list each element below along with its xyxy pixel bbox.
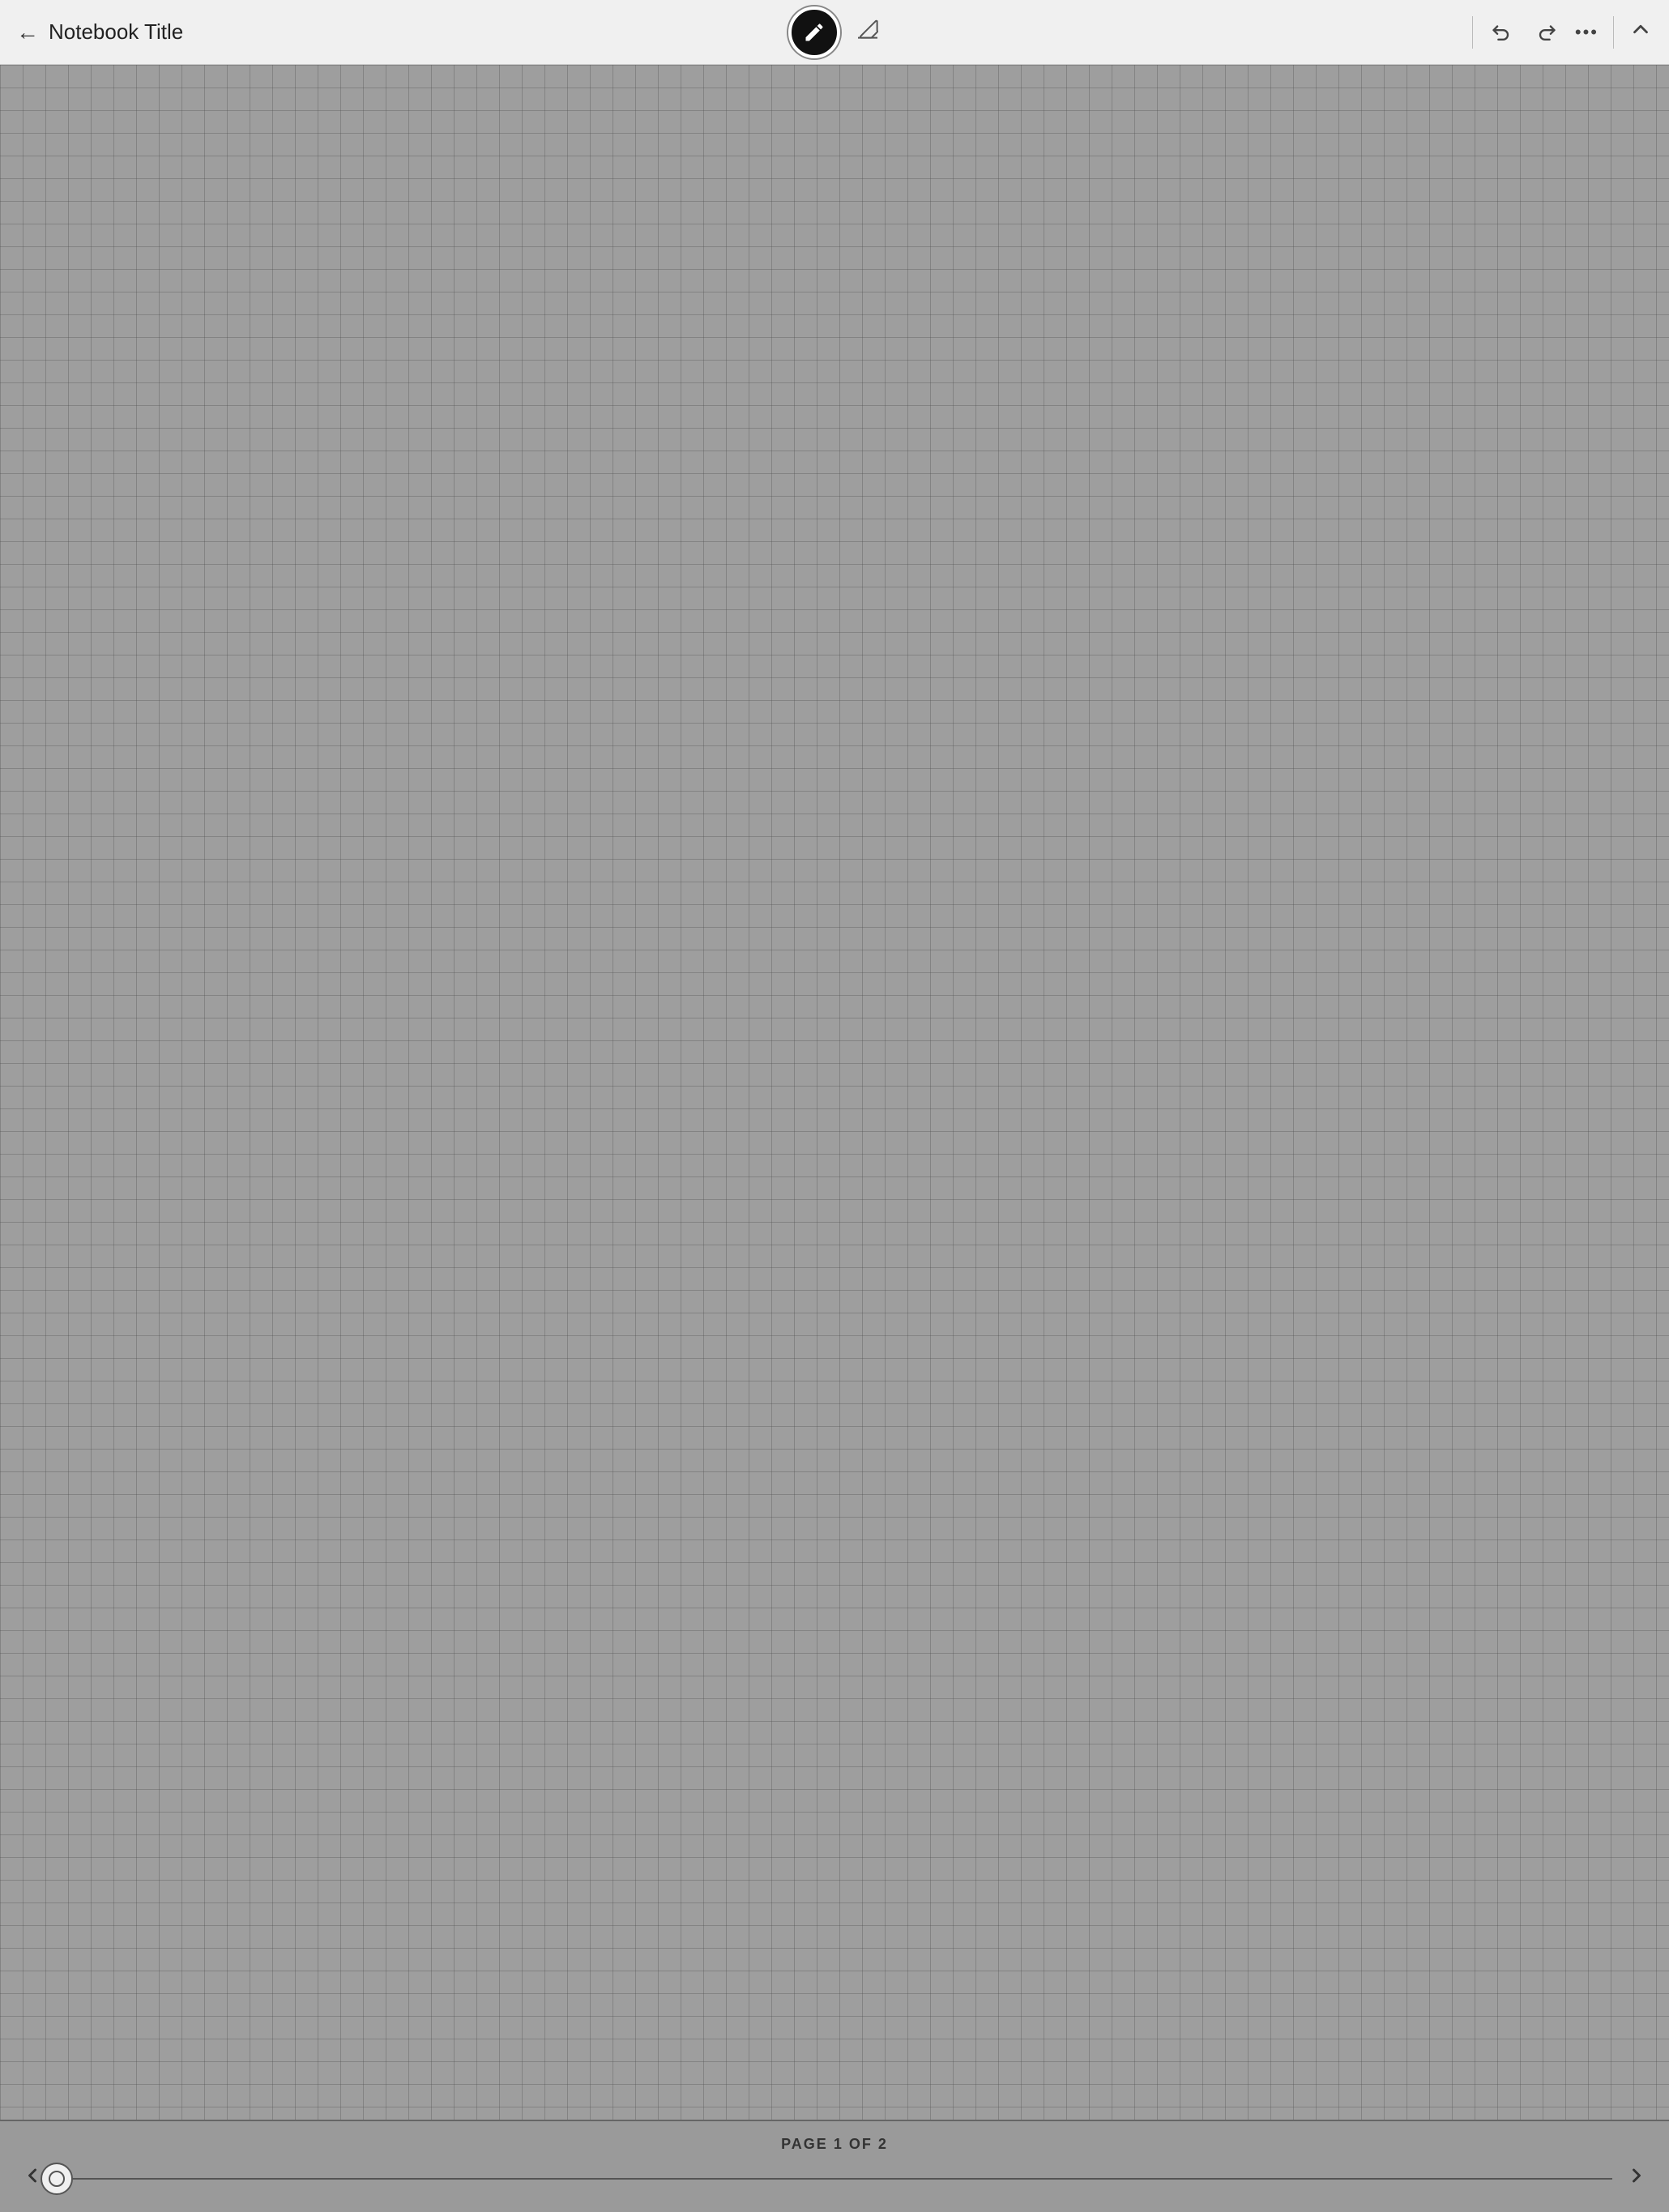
chevron-up-button[interactable] (1628, 17, 1653, 47)
pen-tool-button[interactable] (788, 6, 840, 58)
toolbar-center (788, 6, 881, 58)
redo-button[interactable] (1531, 15, 1560, 49)
back-button[interactable]: ← (16, 19, 39, 45)
chevron-up-icon (1628, 17, 1653, 41)
notebook-title: Notebook Title (49, 19, 183, 45)
more-icon: ••• (1575, 22, 1599, 42)
canvas-area[interactable] (0, 65, 1669, 2121)
eraser-icon (855, 16, 881, 42)
scrubber-track[interactable] (57, 2178, 1612, 2180)
next-page-button[interactable] (1620, 2164, 1653, 2193)
eraser-button[interactable] (855, 16, 881, 48)
toolbar-right: ••• (1472, 15, 1653, 49)
scrubber-row (0, 2164, 1669, 2206)
toolbar-left: ← Notebook Title (16, 19, 1472, 45)
page-indicator: PAGE 1 OF 2 (781, 2136, 888, 2153)
scrubber-thumb[interactable] (41, 2163, 73, 2195)
undo-icon (1491, 18, 1513, 41)
pen-icon (803, 21, 826, 44)
scrubber-thumb-inner (49, 2171, 65, 2187)
redo-icon (1535, 18, 1557, 41)
undo-button[interactable] (1488, 15, 1517, 49)
divider-1 (1472, 16, 1473, 49)
next-page-icon (1625, 2164, 1648, 2187)
back-icon: ← (16, 19, 39, 45)
divider-2 (1613, 16, 1614, 49)
toolbar: ← Notebook Title (0, 0, 1669, 65)
more-button[interactable]: ••• (1575, 22, 1599, 43)
page-footer: PAGE 1 OF 2 (0, 2121, 1669, 2212)
